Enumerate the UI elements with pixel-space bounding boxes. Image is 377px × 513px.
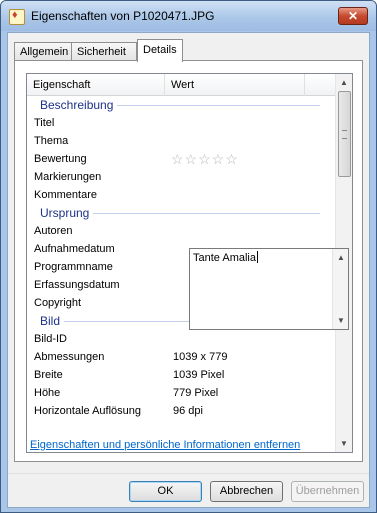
- comment-scrollbar[interactable]: ▲ ▼: [332, 249, 348, 329]
- row-value: 1039 Pixel: [173, 369, 225, 381]
- remove-properties-link[interactable]: Eigenschaften und persönliche Informatio…: [30, 439, 300, 451]
- image-file-icon: [9, 9, 25, 25]
- row-label: Breite: [34, 369, 63, 381]
- apply-button[interactable]: Übernehmen: [291, 481, 364, 502]
- group-label: Beschreibung: [40, 96, 118, 114]
- window-title: Eigenschaften von P1020471.JPG: [31, 9, 215, 23]
- row-label: Abmessungen: [34, 351, 105, 363]
- group-beschreibung: Beschreibung: [27, 96, 336, 114]
- scroll-down-arrow-icon[interactable]: ▼: [333, 312, 349, 329]
- row-label: Aufnahmedatum: [34, 243, 115, 255]
- row-label: Bewertung: [34, 153, 87, 165]
- ok-button[interactable]: OK: [129, 481, 202, 502]
- row-hoehe[interactable]: Höhe 779 Pixel: [27, 384, 336, 402]
- scrollbar-thumb[interactable]: [338, 91, 351, 177]
- row-value: 1039 x 779: [173, 351, 228, 363]
- tab-details[interactable]: Details: [137, 39, 183, 62]
- row-horizontale-aufloesung[interactable]: Horizontale Auflösung 96 dpi: [27, 402, 336, 420]
- scroll-up-arrow-icon[interactable]: ▲: [333, 249, 349, 266]
- row-breite[interactable]: Breite 1039 Pixel: [27, 366, 336, 384]
- row-label: Titel: [34, 117, 55, 129]
- comment-textarea[interactable]: Tante Amalia ▲ ▼: [189, 248, 349, 330]
- group-ursprung: Ursprung: [27, 204, 336, 222]
- row-thema[interactable]: Thema: [27, 132, 336, 150]
- row-label: Horizontale Auflösung: [34, 405, 142, 417]
- cancel-button[interactable]: Abbrechen: [210, 481, 283, 502]
- row-label: Thema: [34, 135, 69, 147]
- close-button[interactable]: ✕: [338, 7, 368, 25]
- button-bar: OK Abbrechen Übernehmen: [8, 473, 369, 507]
- group-label: Ursprung: [40, 204, 94, 222]
- details-panel: Eigenschaft Wert Beschreibung Titel Them…: [14, 60, 363, 462]
- row-label: Programmname: [34, 261, 113, 273]
- row-titel[interactable]: Titel: [27, 114, 336, 132]
- group-label: Bild: [40, 312, 65, 330]
- row-bild-id[interactable]: Bild-ID: [27, 330, 336, 348]
- list-header: Eigenschaft Wert: [27, 74, 336, 96]
- row-kommentare[interactable]: Kommentare: [27, 186, 336, 204]
- scroll-down-arrow-icon[interactable]: ▼: [336, 435, 352, 452]
- property-list: Eigenschaft Wert Beschreibung Titel Them…: [26, 73, 353, 453]
- row-label: Höhe: [34, 387, 61, 399]
- scroll-up-arrow-icon[interactable]: ▲: [336, 74, 352, 91]
- row-autoren[interactable]: Autoren: [27, 222, 336, 240]
- tab-sicherheit[interactable]: Sicherheit: [71, 42, 137, 61]
- properties-dialog: Eigenschaften von P1020471.JPG ✕ Allgeme…: [0, 0, 377, 513]
- column-header-property[interactable]: Eigenschaft: [27, 74, 165, 96]
- row-value: 96 dpi: [173, 405, 203, 417]
- comment-text: Tante Amalia: [193, 251, 258, 264]
- row-label: Erfassungsdatum: [34, 279, 120, 291]
- column-header-value[interactable]: Wert: [165, 74, 305, 96]
- title-bar[interactable]: Eigenschaften von P1020471.JPG ✕: [1, 1, 376, 31]
- row-label: Autoren: [34, 225, 73, 237]
- row-bewertung[interactable]: Bewertung ☆☆☆☆☆: [27, 150, 336, 168]
- row-markierungen[interactable]: Markierungen: [27, 168, 336, 186]
- text-caret: [256, 251, 258, 263]
- row-label: Copyright: [34, 297, 82, 309]
- row-abmessungen[interactable]: Abmessungen 1039 x 779: [27, 348, 336, 366]
- comment-value: Tante Amalia: [193, 252, 256, 264]
- row-value: 779 Pixel: [173, 387, 219, 399]
- dialog-client: Allgemein Sicherheit Details Eigenschaft…: [7, 32, 370, 508]
- rating-stars[interactable]: ☆☆☆☆☆: [171, 150, 239, 168]
- row-label: Kommentare: [34, 189, 97, 201]
- tab-allgemein[interactable]: Allgemein: [14, 42, 72, 61]
- row-label: Markierungen: [34, 171, 102, 183]
- row-label: Bild-ID: [34, 333, 68, 345]
